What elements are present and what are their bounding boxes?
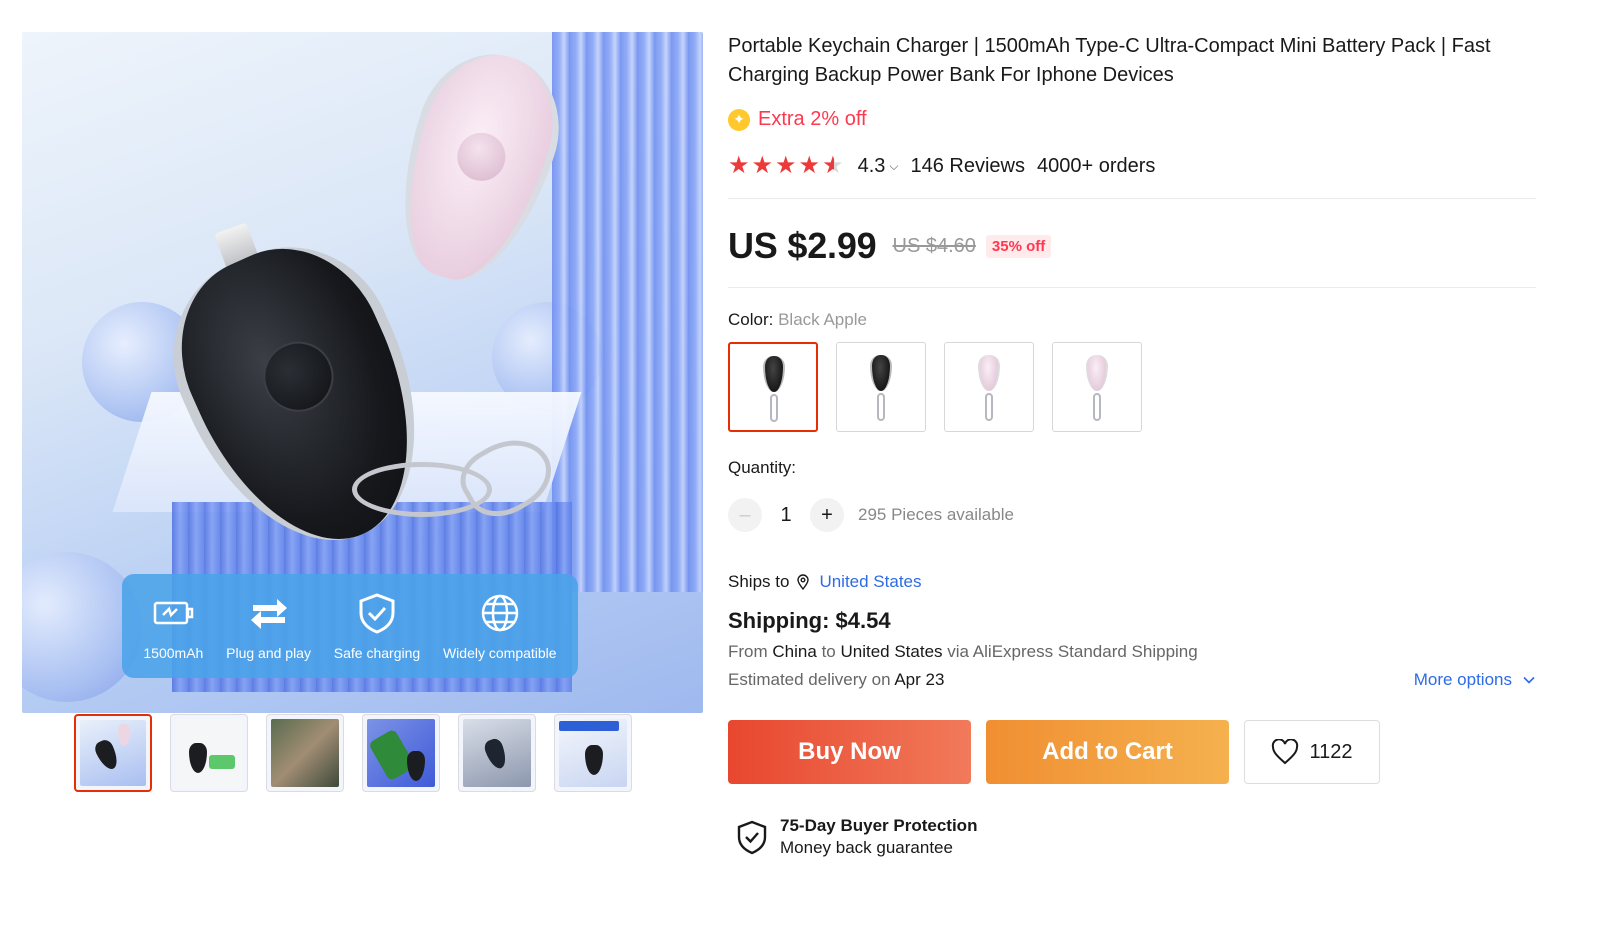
half-star-icon: ★ — [822, 152, 844, 179]
star-icon: ★ — [798, 152, 821, 179]
arrows-icon — [250, 599, 287, 629]
color-swatches — [728, 342, 1536, 432]
eta-prefix: Estimated delivery on — [728, 670, 891, 689]
feature-bar: 1500mAh Plug and play Safe charging Wide… — [122, 574, 578, 678]
quantity-value[interactable]: 1 — [762, 504, 810, 527]
protection-title: 75-Day Buyer Protection — [780, 816, 978, 835]
divider — [728, 287, 1536, 288]
protection-subtitle: Money back guarantee — [780, 838, 953, 857]
globe-icon — [481, 594, 519, 632]
coin-icon: ✦ — [728, 108, 750, 131]
feature-label: Widely compatible — [442, 645, 557, 661]
shipping-method: via AliExpress Standard Shipping — [947, 642, 1198, 661]
product-details: Portable Keychain Charger | 1500mAh Type… — [728, 32, 1536, 858]
feature-compatible: Widely compatible — [443, 591, 557, 661]
ships-to-label: Ships to — [728, 572, 790, 591]
divider — [728, 198, 1536, 199]
extra-discount-label: Extra 2% off — [758, 108, 867, 130]
thumbnail[interactable] — [170, 714, 248, 792]
discount-badge: 35% off — [985, 234, 1052, 258]
quantity-stepper: – 1 + 295 Pieces available — [728, 498, 1536, 532]
quantity-label: Quantity: — [728, 458, 797, 477]
original-price: US $4.60 — [892, 234, 976, 257]
star-rating: ★ ★ ★ ★ ★ — [728, 154, 844, 178]
estimated-delivery: Estimated delivery on Apr 23 — [728, 670, 944, 690]
thumbnail[interactable] — [458, 714, 536, 792]
feature-plug: Plug and play — [226, 591, 311, 661]
feature-battery: 1500mAh — [143, 591, 203, 661]
price-row: US $2.99 US $4.60 35% off — [728, 225, 1536, 267]
thumbnail[interactable] — [74, 714, 152, 792]
swatch-image — [1086, 355, 1108, 391]
thumbnail[interactable] — [362, 714, 440, 792]
color-swatch-pink[interactable] — [944, 342, 1034, 432]
wishlist-button[interactable]: 1122 — [1244, 720, 1380, 784]
ships-to-row: Ships to United States — [728, 572, 1536, 592]
star-icon: ★ — [751, 152, 774, 179]
origin-country: China — [772, 642, 817, 661]
product-title: Portable Keychain Charger | 1500mAh Type… — [728, 35, 1491, 86]
wishlist-count: 1122 — [1309, 740, 1353, 763]
swatch-image — [978, 355, 1000, 391]
feature-safe: Safe charging — [334, 591, 420, 661]
swatch-image — [763, 356, 785, 392]
selected-color: Black Apple — [778, 310, 867, 329]
feature-label: Plug and play — [226, 645, 311, 661]
add-to-cart-button[interactable]: Add to Cart — [986, 720, 1229, 784]
color-swatch-black-apple[interactable] — [728, 342, 818, 432]
more-options-label: More options — [1413, 670, 1512, 689]
rating-row: ★ ★ ★ ★ ★ 4.3 ⌵ 146 Reviews 4000+ orders — [728, 154, 1536, 178]
thumbnail[interactable] — [266, 714, 344, 792]
to-prefix: to — [821, 642, 836, 661]
orders-count: 4000+ orders — [1037, 154, 1156, 177]
from-prefix: From — [728, 642, 768, 661]
feature-label: 1500mAh — [143, 645, 204, 661]
feature-label: Safe charging — [333, 645, 421, 661]
pieces-available: 295 Pieces available — [858, 505, 1014, 524]
star-icon: ★ — [728, 152, 750, 179]
ships-to-location[interactable]: United States — [819, 572, 921, 592]
eta-date: Apr 23 — [894, 670, 945, 689]
decor-glass-panel — [552, 32, 703, 592]
heart-icon — [1272, 739, 1299, 765]
chevron-down-icon — [1523, 676, 1535, 684]
shield-check-icon — [359, 593, 395, 634]
shipping-cost: Shipping: $4.54 — [728, 608, 891, 633]
chevron-down-icon[interactable]: ⌵ — [889, 159, 898, 174]
swatch-image — [870, 355, 892, 391]
location-pin-icon — [797, 574, 810, 590]
star-icon: ★ — [775, 152, 797, 179]
increase-quantity-button[interactable]: + — [810, 498, 844, 532]
protection-text: 75-Day Buyer Protection Money back guara… — [780, 816, 977, 858]
current-price: US $2.99 — [728, 225, 877, 266]
buyer-protection[interactable]: 75-Day Buyer Protection Money back guara… — [728, 816, 1536, 858]
color-swatch-pink-apple[interactable] — [1052, 342, 1142, 432]
battery-icon — [154, 601, 194, 625]
extra-discount[interactable]: ✦ Extra 2% off — [728, 108, 1536, 131]
shield-check-icon — [737, 820, 767, 855]
more-options-link[interactable]: More options — [1414, 670, 1536, 690]
thumbnail[interactable] — [554, 714, 632, 792]
reviews-link[interactable]: 146 Reviews — [911, 155, 1026, 178]
thumbnail-strip — [74, 714, 632, 792]
color-label-row: Color: Black Apple — [728, 310, 1536, 330]
shipping-route: From China to United States via AliExpre… — [728, 642, 1536, 662]
main-product-image[interactable]: 1500mAh Plug and play Safe charging Wide… — [22, 32, 703, 713]
buy-now-button[interactable]: Buy Now — [728, 720, 971, 784]
purchase-actions: Buy Now Add to Cart 1122 — [728, 720, 1536, 784]
color-label: Color: — [728, 310, 774, 329]
destination-country: United States — [840, 642, 943, 661]
pink-charger-image — [374, 35, 580, 299]
delivery-row: Estimated delivery on Apr 23 More option… — [728, 670, 1536, 690]
rating-value[interactable]: 4.3 — [858, 155, 886, 178]
color-swatch-black[interactable] — [836, 342, 926, 432]
decrease-quantity-button[interactable]: – — [728, 498, 762, 532]
